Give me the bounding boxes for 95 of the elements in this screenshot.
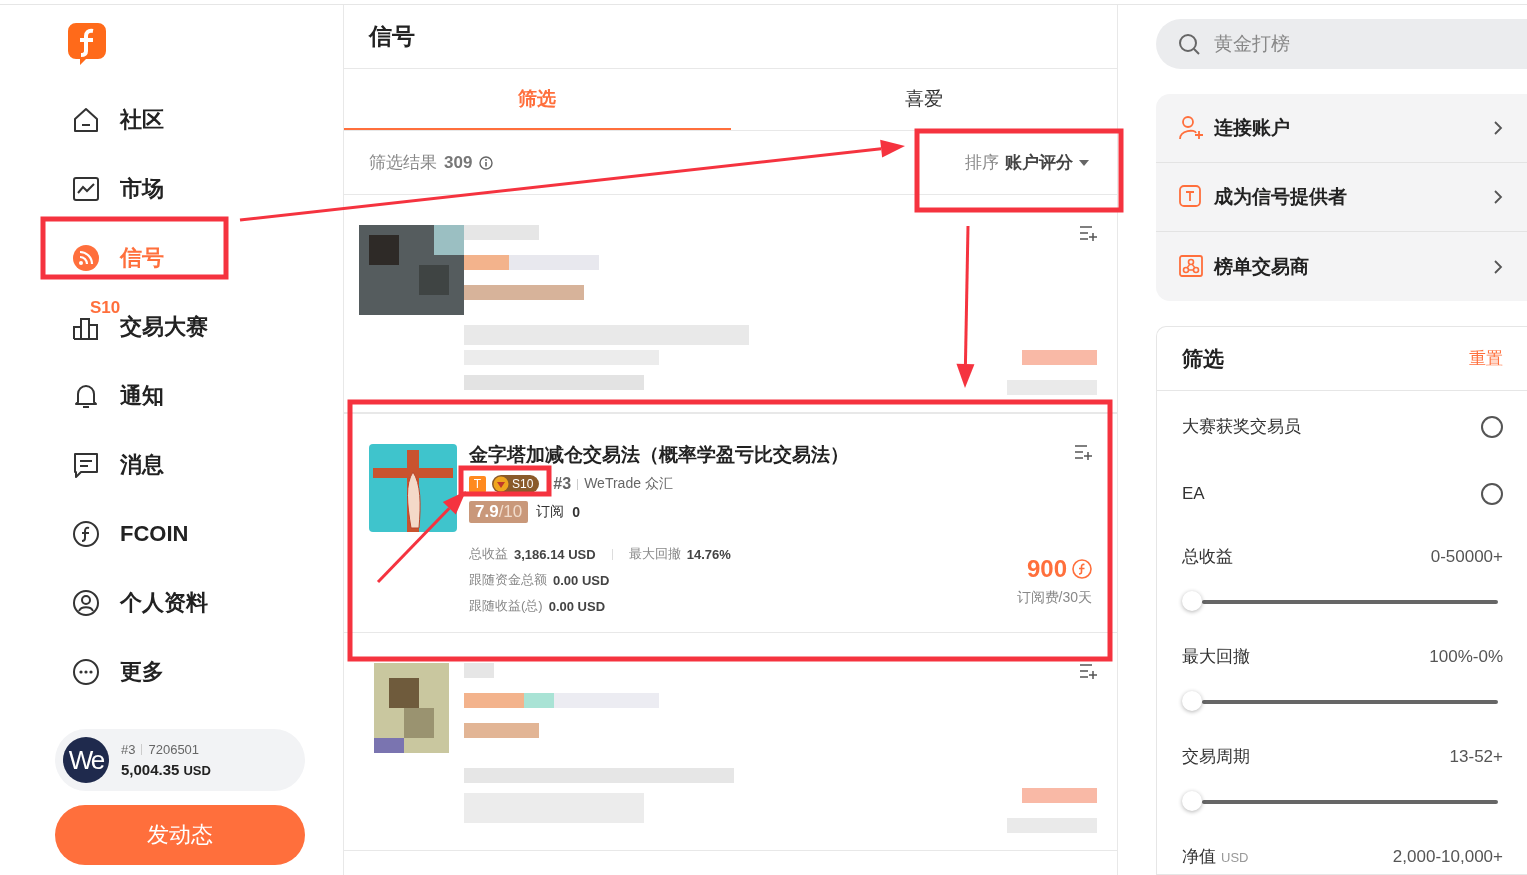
- message-icon: [72, 450, 100, 479]
- page-title: 信号: [369, 22, 415, 51]
- nav-item[interactable]: 消息: [55, 430, 343, 499]
- chart-icon: [72, 174, 100, 203]
- list-add-icon: [1079, 225, 1097, 241]
- nav-item[interactable]: 个人资料: [55, 568, 343, 637]
- results-count: 309: [444, 152, 473, 173]
- filter-label: 大赛获奖交易员: [1182, 416, 1301, 438]
- coin-icon: [72, 519, 100, 548]
- nav-item[interactable]: 市场: [55, 154, 343, 223]
- nav-item[interactable]: 通知: [55, 361, 343, 430]
- stat-value: 14.76%: [686, 546, 731, 562]
- list-add-icon: [1074, 444, 1092, 460]
- coin-icon: [1072, 559, 1092, 579]
- info-icon: [479, 155, 494, 170]
- nav-item[interactable]: 更多: [55, 637, 343, 706]
- menu-label: 成为信号提供者: [1214, 185, 1348, 209]
- provider-tag: T: [469, 475, 486, 493]
- list-add-icon: [1079, 663, 1097, 679]
- stat-value: 0.00 USD: [553, 572, 610, 588]
- season-label: S10: [512, 477, 534, 491]
- logo-icon: [68, 23, 106, 65]
- menu-item[interactable]: 成为信号提供者: [1156, 163, 1527, 232]
- nav-item[interactable]: 社区: [55, 85, 343, 154]
- home-icon: [72, 105, 100, 134]
- t-square-icon: [1178, 184, 1204, 210]
- signal-title[interactable]: 金字塔加减仓交易法（概率学盈亏比交易法）: [469, 442, 970, 468]
- network-icon: [1178, 253, 1204, 280]
- results-label: 筛选结果: [369, 152, 437, 174]
- stat-label: 跟随收益(总): [469, 597, 543, 615]
- range-value: 2,000-10,000+: [1392, 846, 1503, 867]
- menu-label: 连接账户: [1214, 116, 1291, 140]
- chevron-right-icon: [1494, 259, 1503, 274]
- more-icon: [72, 657, 100, 686]
- sort-dropdown[interactable]: 排序 账户评分: [965, 151, 1089, 174]
- range-value: 13-52+: [1449, 746, 1503, 767]
- medal-icon: [493, 476, 509, 492]
- menu-item[interactable]: 榜单交易商: [1156, 232, 1527, 301]
- slider-thumb[interactable]: [1182, 691, 1202, 711]
- sort-value: 账户评分: [1005, 152, 1073, 174]
- stat-label: 跟随资金总额: [469, 571, 547, 589]
- radio-button[interactable]: [1481, 483, 1503, 505]
- account-balance: 5,004.35: [121, 761, 180, 778]
- nav-label: 通知: [120, 381, 164, 410]
- nav-item[interactable]: FCOIN: [55, 499, 343, 568]
- nav-item[interactable]: S10 交易大赛: [55, 292, 343, 361]
- tab[interactable]: 喜爱: [730, 69, 1117, 130]
- chevron-right-icon: [1494, 190, 1503, 204]
- search-field[interactable]: 黄金打榜: [1156, 19, 1527, 69]
- filter-label: 交易周期: [1182, 746, 1250, 768]
- account-card[interactable]: We #3 7206501 5,004.35 USD: [55, 729, 305, 791]
- profile-icon: [72, 588, 100, 617]
- stat-value: 0.00 USD: [548, 598, 606, 614]
- broker-name: WeTrade 众汇: [584, 475, 673, 493]
- filter-label: 净值: [1182, 846, 1216, 868]
- nav-label: 社区: [120, 105, 164, 134]
- nav-label: 交易大赛: [120, 313, 208, 341]
- search-icon: [1178, 33, 1200, 55]
- subscribers-label: 订阅: [536, 503, 565, 521]
- caret-icon: [1079, 159, 1089, 166]
- nav-label: 个人资料: [120, 588, 208, 617]
- price-note: 订阅费/30天: [1016, 589, 1092, 607]
- stat-value: 3,186.14 USD: [514, 546, 596, 562]
- signal-icon: [72, 243, 100, 272]
- stat-label: 最大回撤: [628, 545, 681, 563]
- radio-button[interactable]: [1481, 415, 1503, 438]
- subscribers-count: 0: [572, 504, 581, 520]
- season-label: S10: [90, 298, 121, 316]
- menu-label: 榜单交易商: [1214, 254, 1310, 279]
- filter-label: 最大回撤: [1182, 646, 1250, 668]
- account-rank: #3: [121, 742, 136, 757]
- account-number: 7206501: [148, 742, 200, 757]
- price: 900: [1026, 555, 1067, 583]
- filter-label: EA: [1182, 484, 1205, 504]
- slider-thumb[interactable]: [1182, 791, 1202, 811]
- nav-label: FCOIN: [120, 520, 189, 547]
- avatar-icon: We: [63, 737, 109, 783]
- chevron-right-icon: [1494, 121, 1503, 135]
- currency-label: USD: [183, 763, 211, 778]
- nav-label: 市场: [120, 174, 164, 203]
- nav-label: 信号: [120, 243, 164, 272]
- range-value: 0-50000+: [1430, 546, 1503, 567]
- slider-thumb[interactable]: [1182, 591, 1202, 611]
- unit-label: USD: [1221, 850, 1249, 865]
- menu-item[interactable]: 连接账户: [1156, 94, 1527, 163]
- nav-label: 消息: [120, 450, 164, 479]
- filter-label: 总收益: [1182, 546, 1233, 568]
- stat-label: 总收益: [469, 545, 508, 563]
- range-value: 100%-0%: [1429, 646, 1503, 667]
- score-badge: 7.9/10: [469, 501, 529, 523]
- person-add-icon: [1178, 115, 1204, 141]
- rank-label: #3: [553, 475, 572, 493]
- nav-label: 更多: [120, 657, 164, 686]
- filter-title: 筛选: [1182, 345, 1224, 372]
- sort-label: 排序: [965, 152, 999, 174]
